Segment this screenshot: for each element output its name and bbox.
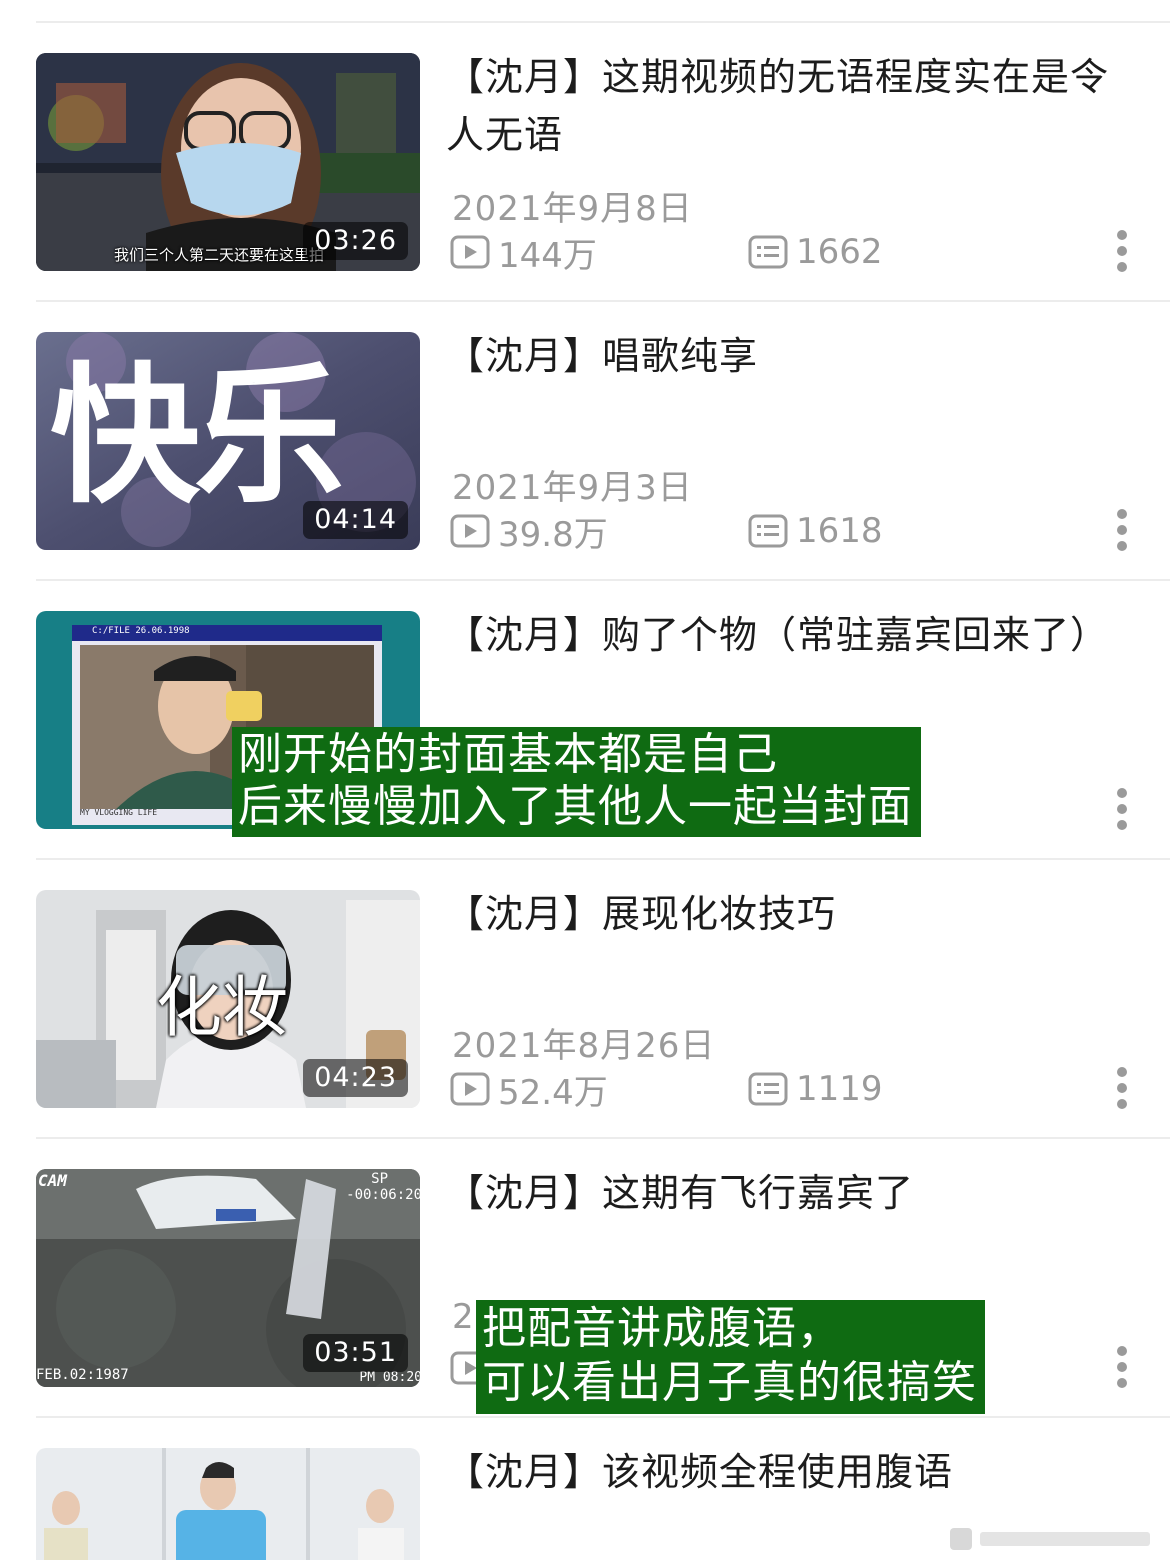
video-thumbnail[interactable]: 化妆 04:23	[36, 890, 420, 1108]
video-list-page: 我们三个人第二天还要在这里拍 03:26 【沈月】这期视频的无语程度实在是令人无…	[0, 0, 1170, 1560]
comment-list-icon	[748, 514, 788, 548]
upload-date: 2021年9月3日	[452, 468, 693, 508]
annotation-overlay: 刚开始的封面基本都是自己 后来慢慢加入了其他人一起当封面	[232, 727, 921, 837]
annotation-line: 刚开始的封面基本都是自己	[238, 729, 778, 780]
video-title[interactable]: 【沈月】这期视频的无语程度实在是令人无语	[446, 48, 1136, 164]
comment-list-icon	[748, 235, 788, 269]
duration-badge: 04:23	[303, 1059, 408, 1097]
annotation-line: 可以看出月子真的很搞笑	[482, 1357, 977, 1408]
comment-count-value: 1662	[796, 232, 883, 272]
comment-count-value: 1119	[796, 1069, 883, 1109]
play-icon	[450, 1072, 490, 1106]
camcorder-speed-text: SP	[371, 1171, 388, 1187]
video-thumbnail[interactable]: CAM SP -00:06:20 FEB.02:1987 PM 08:20 03…	[36, 1169, 420, 1387]
video-title[interactable]: 【沈月】展现化妆技巧	[446, 885, 1136, 943]
video-title[interactable]: 【沈月】唱歌纯享	[446, 327, 1136, 385]
comment-count: 1618	[748, 508, 883, 554]
thumbnail-title-text: 化妆	[156, 969, 288, 1046]
comment-count: 1662	[748, 229, 883, 275]
video-item[interactable]: 我们三个人第二天还要在这里拍 03:26 【沈月】这期视频的无语程度实在是令人无…	[0, 22, 1170, 300]
annotation-line: 后来慢慢加入了其他人一起当封面	[238, 781, 913, 832]
view-count: 144万	[450, 229, 597, 276]
thumbnail-title-text: 快乐	[50, 348, 344, 524]
upload-date: 2	[452, 1297, 475, 1337]
annotation-line: 把配音讲成腹语，	[482, 1303, 842, 1354]
comment-count: 1119	[748, 1066, 883, 1112]
upload-date: 2021年9月8日	[452, 189, 693, 229]
video-item[interactable]: 化妆 04:23 【沈月】展现化妆技巧 2021年8月26日 52.4万 111…	[0, 859, 1170, 1137]
video-title[interactable]: 【沈月】这期有飞行嘉宾了	[446, 1164, 1136, 1222]
duration-badge: 04:14	[303, 501, 408, 539]
more-vertical-icon[interactable]	[1109, 786, 1135, 832]
camcorder-date-text: FEB.02:1987	[36, 1367, 129, 1383]
thumbnail-subtitle: 我们三个人第二天还要在这里拍	[114, 246, 325, 264]
video-item[interactable]: 快乐 04:14 【沈月】唱歌纯享 2021年9月3日 39.8万 1618	[0, 301, 1170, 579]
camcorder-mode-text: CAM	[38, 1171, 67, 1190]
play-icon	[450, 514, 490, 548]
video-thumbnail[interactable]: 快乐 04:14	[36, 332, 420, 550]
watermark-logo	[950, 1528, 1150, 1550]
view-count-value: 144万	[498, 235, 597, 276]
video-title[interactable]: 【沈月】该视频全程使用腹语	[446, 1443, 1136, 1501]
more-vertical-icon[interactable]	[1109, 1344, 1135, 1390]
thumbnail-window-title: C:/FILE 26.06.1998	[92, 626, 190, 636]
video-thumbnail[interactable]: 我们三个人第二天还要在这里拍 03:26	[36, 53, 420, 271]
thumbnail-footer-text: MY VLOGGING LIFE	[80, 808, 158, 817]
view-count: 52.4万	[450, 1066, 608, 1113]
video-thumbnail[interactable]	[36, 1448, 420, 1560]
annotation-overlay: 把配音讲成腹语， 可以看出月子真的很搞笑	[476, 1300, 985, 1414]
duration-badge: 03:26	[303, 222, 408, 260]
comment-list-icon	[748, 1072, 788, 1106]
more-vertical-icon[interactable]	[1109, 507, 1135, 553]
view-count-value: 52.4万	[498, 1072, 608, 1113]
comment-count-value: 1618	[796, 511, 883, 551]
camcorder-counter-text: -00:06:20	[346, 1187, 420, 1203]
duration-badge: 03:51	[303, 1334, 408, 1372]
upload-date: 2021年8月26日	[452, 1026, 716, 1066]
video-title[interactable]: 【沈月】购了个物（常驻嘉宾回来了）	[446, 606, 1136, 664]
view-count: 39.8万	[450, 508, 608, 555]
camcorder-time-text: PM 08:20	[359, 1370, 420, 1385]
play-icon	[450, 235, 490, 269]
more-vertical-icon[interactable]	[1109, 228, 1135, 274]
view-count-value: 39.8万	[498, 514, 608, 555]
more-vertical-icon[interactable]	[1109, 1065, 1135, 1111]
